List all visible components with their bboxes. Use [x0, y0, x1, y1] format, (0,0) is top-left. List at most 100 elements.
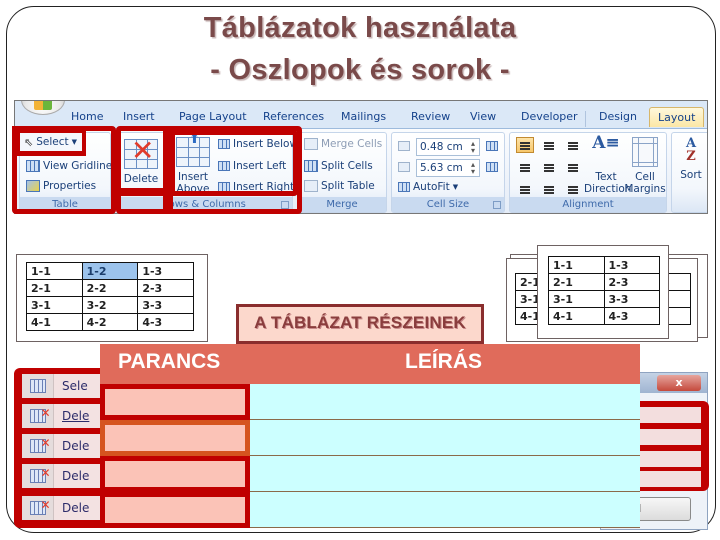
insert-left-button[interactable]: Insert Left	[218, 160, 286, 172]
table-cell[interactable]: 1-3	[137, 262, 194, 280]
table-cell[interactable]: 2-3	[137, 279, 194, 297]
tab-separator	[585, 111, 586, 127]
align-bottom-right-icon[interactable]	[564, 181, 582, 197]
sort-button[interactable]: AZ Sort	[676, 137, 706, 181]
table-cell[interactable]: 4-3	[603, 307, 660, 325]
align-middle-left-icon[interactable]	[516, 159, 534, 175]
properties-button[interactable]: Properties	[26, 180, 96, 192]
column-width-icon	[398, 162, 410, 172]
tab-home[interactable]: Home	[71, 110, 103, 123]
align-top-left-icon[interactable]	[516, 137, 534, 153]
delete-button[interactable]: ✕ Delete ▼	[120, 136, 162, 197]
align-top-center-icon[interactable]	[540, 137, 558, 153]
slide-title: Táblázatok használata	[203, 12, 517, 44]
table-cell[interactable]: 4-1	[548, 307, 605, 325]
insert-below-button[interactable]: Insert Below	[218, 138, 298, 150]
tab-page-layout[interactable]: Page Layout	[179, 110, 247, 123]
table-row: 2-1 2-3	[548, 273, 660, 291]
cell-margins-button[interactable]: Cell Margins	[624, 137, 666, 195]
distribute-columns-icon[interactable]	[486, 162, 498, 172]
align-bottom-center-icon[interactable]	[540, 181, 558, 197]
autofit-icon	[398, 182, 410, 192]
view-gridlines-button[interactable]: View Gridlines	[26, 160, 118, 172]
tab-mailings[interactable]: Mailings	[341, 110, 386, 123]
tab-review[interactable]: Review	[411, 110, 450, 123]
delete-table-icon: ✕	[124, 136, 158, 169]
dialog-launcher-icon[interactable]	[281, 201, 289, 209]
group-merge: Merge Cells Split Cells Split Table Merg…	[297, 132, 387, 213]
tab-design[interactable]: Design	[599, 110, 637, 123]
table-cell[interactable]: 3-2	[81, 296, 139, 314]
delete-table-icon: ✕	[29, 498, 51, 515]
table-row: 1-1 1-2 1-3	[26, 262, 194, 280]
table-cell[interactable]: 2-1	[26, 279, 83, 297]
description-cell[interactable]	[250, 420, 640, 456]
merge-cells-button[interactable]: Merge Cells	[304, 138, 382, 150]
table-cell[interactable]: 1-3	[603, 256, 660, 274]
table-cell[interactable]: 3-3	[603, 290, 660, 308]
align-middle-right-icon[interactable]	[564, 159, 582, 175]
split-table-button[interactable]: Split Table	[304, 180, 375, 192]
close-icon[interactable]: x	[657, 375, 701, 391]
command-cell[interactable]	[100, 492, 250, 528]
autofit-button[interactable]: AutoFit ▼	[398, 181, 458, 193]
tab-layout[interactable]: Layout	[649, 107, 705, 127]
insert-right-button[interactable]: Insert Right	[218, 181, 294, 193]
align-top-right-icon[interactable]	[564, 137, 582, 153]
table-cell[interactable]: 4-1	[26, 313, 83, 331]
ribbon-body: ⇖ Select ▼ View Gridlines Properties Tab…	[15, 128, 707, 213]
table-row: 2-1 2-2 2-3	[26, 279, 194, 297]
insert-above-button[interactable]: ⬆ Insert Above	[172, 133, 214, 195]
command-cell[interactable]	[100, 456, 250, 492]
table-cell[interactable]: 3-3	[137, 296, 194, 314]
ribbon-tabs: Home Insert Page Layout References Maili…	[15, 107, 707, 129]
group-cell-size: 0.48 cm ▴ ▾ 5.63 cm ▴ ▾ AutoFit ▼ Cell Siz…	[391, 132, 505, 213]
header-command: PARANCS	[118, 350, 221, 373]
table-cell[interactable]: 1-1	[548, 256, 605, 274]
command-table-header: PARANCS LEÍRÁS	[100, 344, 640, 386]
description-cell[interactable]	[250, 456, 640, 492]
table-cell[interactable]: 4-3	[137, 313, 194, 331]
slide-subtitle: - Oszlopok és sorok -	[210, 54, 510, 86]
align-middle-center-icon[interactable]	[540, 159, 558, 175]
split-cells-button[interactable]: Split Cells	[304, 160, 373, 172]
table-row: 4-1 4-2 4-3	[26, 313, 194, 331]
table-cell[interactable]: 4-2	[81, 313, 139, 331]
insert-right-icon	[218, 182, 230, 192]
text-direction-button[interactable]: A≡ Text Direction	[584, 135, 631, 196]
table-row	[100, 456, 640, 492]
table-row: 1-1 1-3	[548, 256, 660, 274]
insert-left-icon	[218, 161, 230, 171]
table-cell[interactable]: 1-1	[26, 262, 83, 280]
delete-rows-icon: ✕	[29, 466, 51, 483]
tab-view[interactable]: View	[470, 110, 496, 123]
table-cell-selected[interactable]: 1-2	[81, 262, 139, 280]
distribute-rows-icon[interactable]	[486, 141, 498, 151]
properties-icon	[26, 180, 40, 192]
dialog-launcher-icon[interactable]	[493, 201, 501, 209]
select-button-highlighted[interactable]: ⇖ Select ▼	[20, 133, 82, 151]
table-row	[100, 384, 640, 420]
description-cell[interactable]	[250, 492, 640, 528]
tab-developer[interactable]: Developer	[521, 110, 578, 123]
word-ribbon: Home Insert Page Layout References Maili…	[14, 100, 708, 214]
align-bottom-left-icon[interactable]	[516, 181, 534, 197]
description-cell[interactable]	[250, 384, 640, 420]
chevron-down-icon: ▼	[138, 187, 144, 195]
table-cell[interactable]: 2-2	[81, 279, 139, 297]
group-data: AZ Sort	[671, 132, 707, 213]
command-cell[interactable]	[100, 384, 250, 420]
table-cell[interactable]: 2-1	[548, 273, 605, 291]
table-cell[interactable]: 2-3	[603, 273, 660, 291]
tab-references[interactable]: References	[263, 110, 324, 123]
row-height-icon	[398, 141, 410, 151]
tab-insert[interactable]: Insert	[123, 110, 155, 123]
table-cell[interactable]: 3-1	[26, 296, 83, 314]
width-spinner[interactable]: ▴ ▾	[471, 161, 475, 176]
table-row	[100, 492, 640, 528]
group-label-rows-columns: Rows & Columns	[116, 197, 292, 212]
command-cell[interactable]	[100, 420, 250, 456]
sort-az-icon: AZ	[685, 136, 697, 164]
height-spinner[interactable]: ▴ ▾	[471, 140, 475, 155]
table-cell[interactable]: 3-1	[548, 290, 605, 308]
